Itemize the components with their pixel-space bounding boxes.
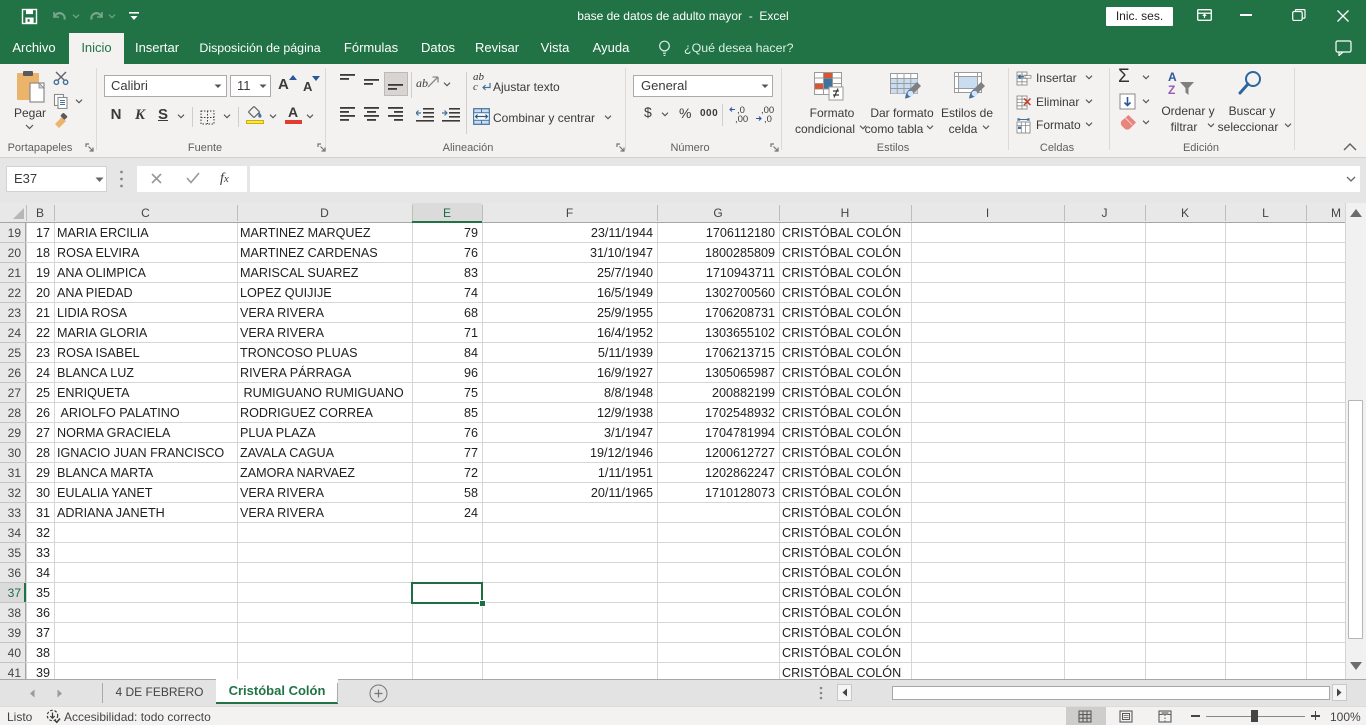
svg-text:A: A	[1168, 70, 1177, 84]
svg-text:,00: ,00	[735, 114, 748, 124]
svg-text:,0: ,0	[764, 114, 772, 124]
svg-text:Z: Z	[1168, 83, 1175, 97]
